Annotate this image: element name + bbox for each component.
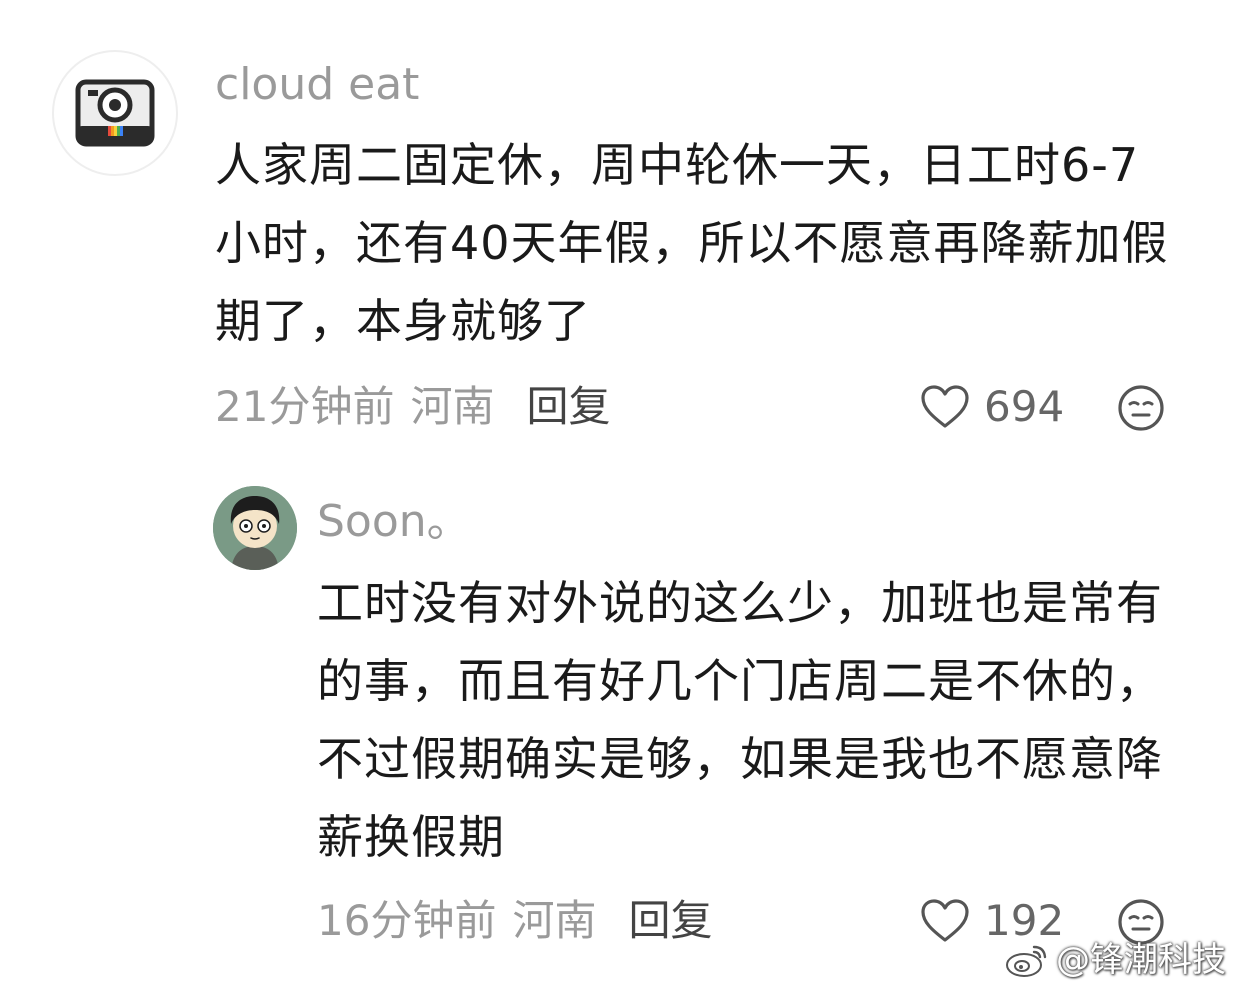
watermark: @锋潮科技 bbox=[1004, 941, 1226, 979]
comment-meta: 16分钟前 河南 回复 bbox=[317, 900, 712, 942]
avatar[interactable] bbox=[52, 50, 178, 176]
comment-meta: 21分钟前 河南 回复 bbox=[215, 386, 610, 428]
neutral-face-icon[interactable] bbox=[1117, 384, 1165, 432]
comment-text: 工时没有对外说的这么少，加班也是常有的事，而且有好几个门店周二是不休的，不过假期… bbox=[317, 576, 1163, 864]
comment-location: 河南 bbox=[410, 382, 495, 431]
heart-outline-icon bbox=[921, 899, 969, 942]
comment-time: 21分钟前 bbox=[215, 382, 395, 431]
comment-location: 河南 bbox=[512, 896, 597, 945]
neutral-face-icon[interactable] bbox=[1117, 898, 1165, 946]
reply-button[interactable]: 回复 bbox=[526, 382, 610, 431]
like-count: 694 bbox=[984, 382, 1065, 431]
cartoon-boy-avatar bbox=[213, 486, 297, 570]
username[interactable]: cloud eat bbox=[215, 63, 419, 107]
username[interactable]: Soon。 bbox=[317, 500, 471, 544]
like-button[interactable]: 192 bbox=[920, 898, 1064, 944]
like-count: 192 bbox=[984, 896, 1065, 945]
comment: cloud eat 人家周二固定休，周中轮休一天，日工时6-7小时，还有40天年… bbox=[0, 0, 1240, 450]
comment: Soon。 工时没有对外说的这么少，加班也是常有的事，而且有好几个门店周二是不休… bbox=[0, 450, 1240, 989]
instant-camera-icon bbox=[75, 79, 155, 147]
reply-button[interactable]: 回复 bbox=[628, 896, 712, 945]
watermark-text: @锋潮科技 bbox=[1056, 940, 1226, 980]
comment-time: 16分钟前 bbox=[317, 896, 497, 945]
weibo-logo-icon bbox=[1006, 945, 1047, 977]
like-button[interactable]: 694 bbox=[920, 384, 1064, 430]
comment-text: 人家周二固定休，周中轮休一天，日工时6-7小时，还有40天年假，所以不愿意再降薪… bbox=[215, 138, 1169, 348]
avatar[interactable] bbox=[213, 486, 297, 570]
heart-outline-icon bbox=[921, 385, 969, 428]
